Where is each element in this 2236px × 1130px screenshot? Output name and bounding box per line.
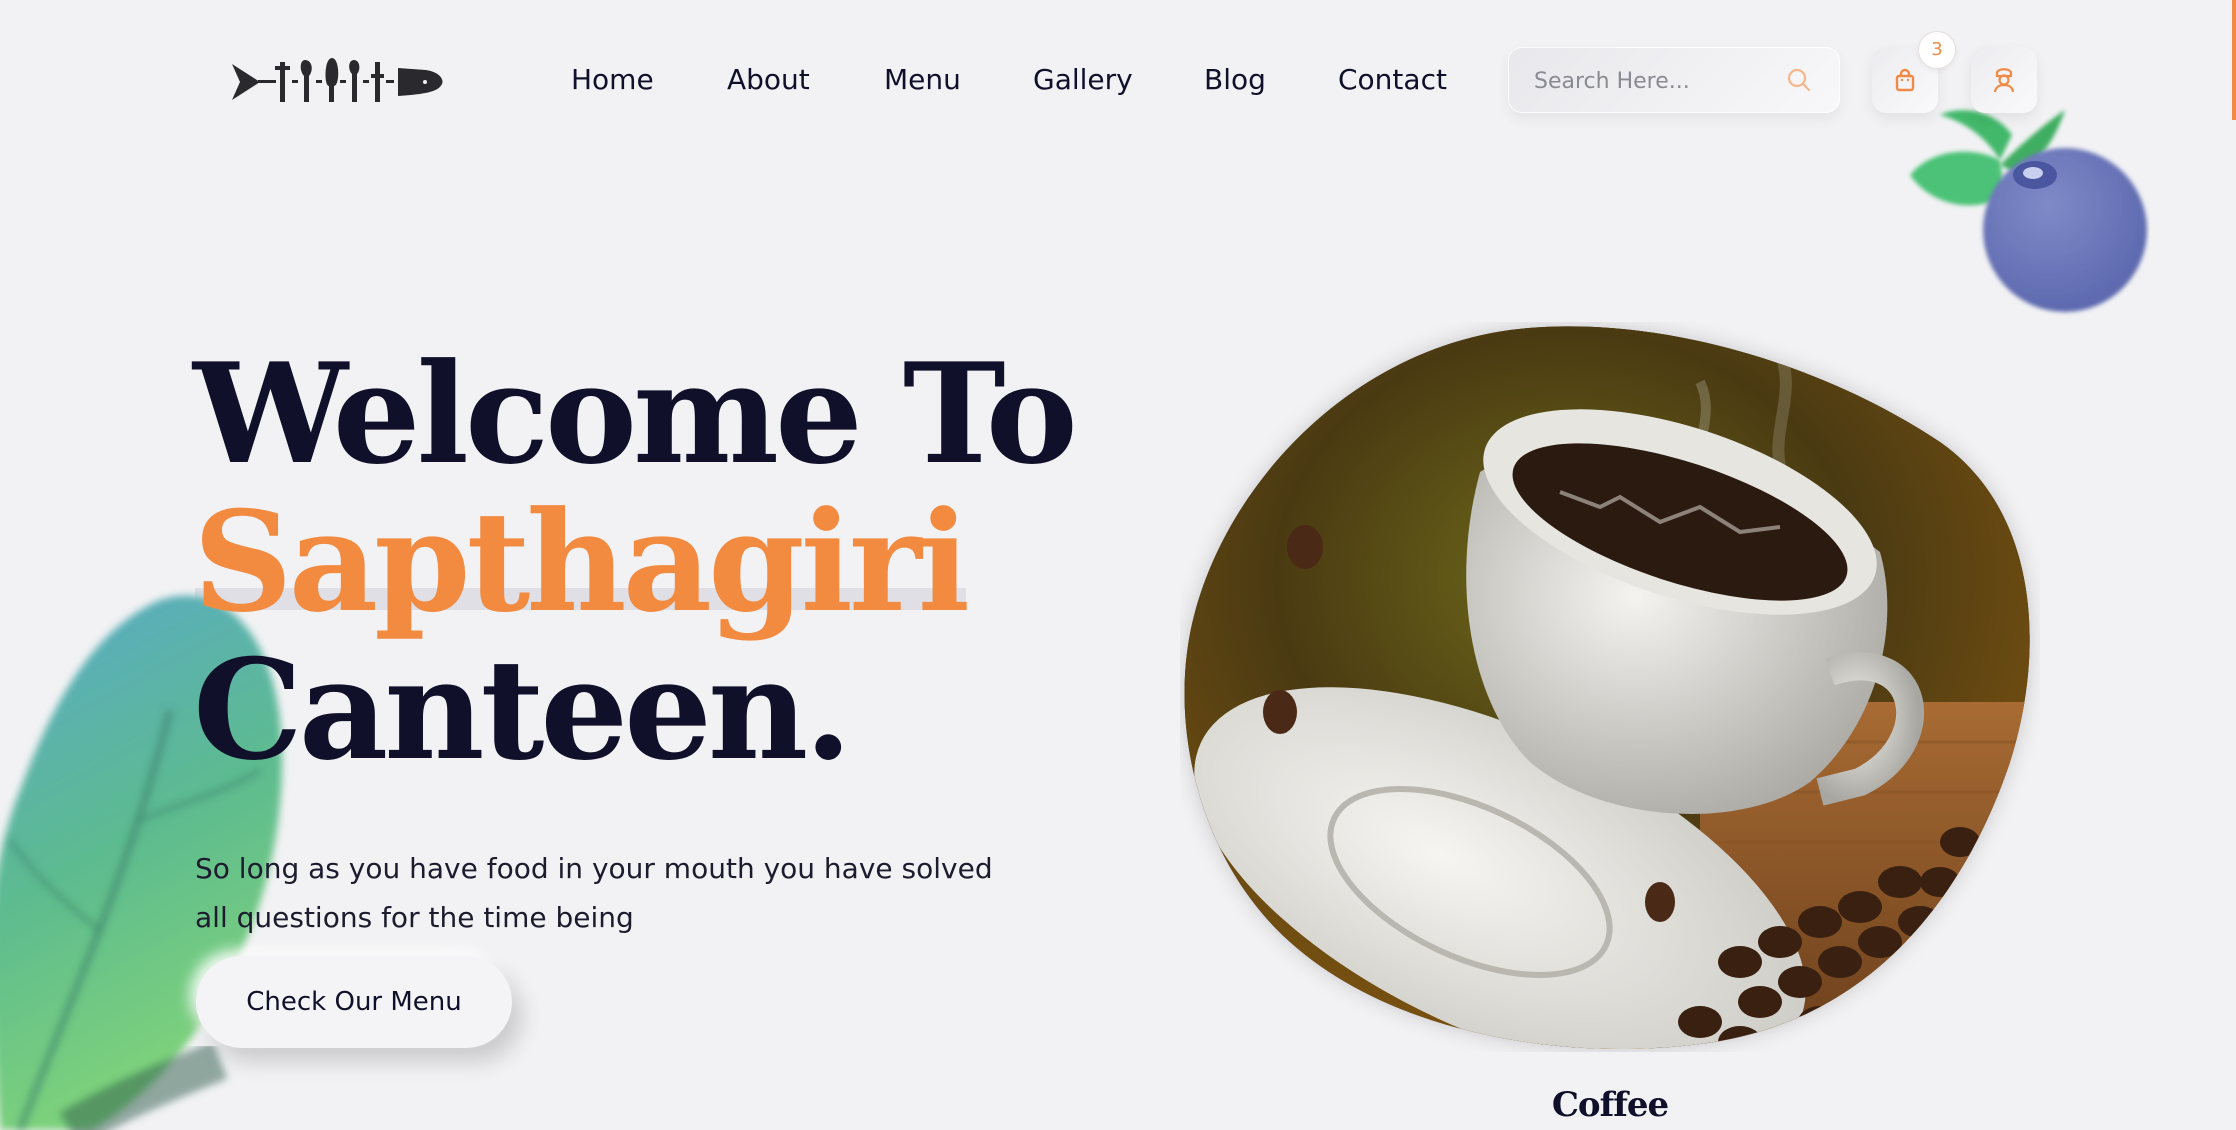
hero-title: Welcome To Sapthagiri Canteen.: [193, 332, 1078, 791]
nav-home[interactable]: Home: [571, 60, 654, 100]
search-box: [1508, 47, 1840, 115]
hero-title-line1: Welcome To: [193, 332, 1078, 495]
hero-title-accent: Sapthagiri: [193, 480, 970, 643]
brand-logo[interactable]: [230, 56, 445, 108]
nav-gallery[interactable]: Gallery: [1033, 60, 1133, 100]
blueberry-decoration: [1910, 110, 2147, 312]
cart-count-badge: 3: [1918, 31, 1956, 69]
nav-contact[interactable]: Contact: [1338, 60, 1447, 100]
nav-about[interactable]: About: [727, 60, 810, 100]
search-icon[interactable]: [1786, 67, 1812, 93]
chef-user-icon: [1993, 68, 2015, 93]
check-menu-button[interactable]: Check Our Menu: [196, 956, 512, 1048]
nav-menu[interactable]: Menu: [884, 60, 961, 100]
hero-title-line3: Canteen.: [193, 628, 852, 791]
hero-description: So long as you have food in your mouth y…: [195, 852, 993, 934]
shopping-bag-icon: [1895, 68, 1915, 92]
search-input[interactable]: [1532, 47, 1776, 115]
user-button[interactable]: [1971, 47, 2037, 113]
image-caption: Coffee: [1551, 1085, 1669, 1125]
nav-blog[interactable]: Blog: [1204, 60, 1266, 100]
coffee-hero-image: [1184, 326, 2030, 1049]
scroll-indicator: [2232, 0, 2236, 120]
